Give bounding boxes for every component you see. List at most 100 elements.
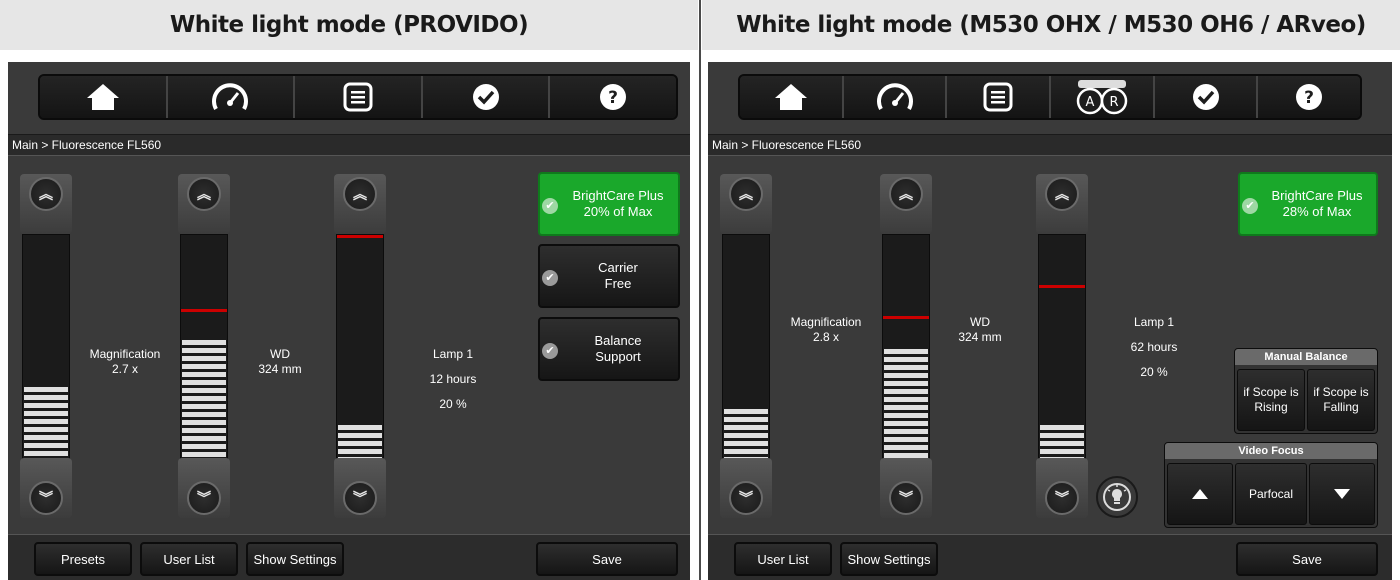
speedometer-button[interactable]	[843, 76, 948, 118]
brightcare-plus-value: 28% of Max	[1282, 204, 1352, 219]
brightcare-plus-label: BrightCare Plus	[1271, 188, 1363, 203]
show-settings-button[interactable]: Show Settings	[246, 542, 344, 576]
wd-up-button[interactable]: ︽	[880, 174, 932, 234]
carrier-free-button[interactable]: ✔ Carrier Free	[538, 244, 680, 308]
left-panel-title: White light mode (PROVIDO)	[0, 0, 698, 50]
triangle-down-icon	[1334, 489, 1350, 499]
user-list-button[interactable]: User List	[140, 542, 238, 576]
double-chevron-down-icon: ︾	[889, 481, 923, 515]
check-button[interactable]	[1154, 76, 1259, 118]
double-chevron-up-icon: ︽	[889, 177, 923, 211]
balance-support-button[interactable]: ✔ Balance Support	[538, 317, 680, 381]
list-icon	[343, 82, 373, 112]
bottom-toolbar: Presets User List Show Settings Save	[8, 534, 690, 580]
bottom-toolbar: User List Show Settings Save	[708, 534, 1392, 580]
focus-up-button[interactable]	[1167, 463, 1233, 525]
wd-name: WD	[970, 315, 990, 329]
help-button[interactable]: ?	[550, 76, 676, 118]
home-button[interactable]	[40, 76, 168, 118]
wd-name: WD	[270, 347, 290, 361]
magnification-up-button[interactable]: ︽	[20, 174, 72, 234]
ar-letter-a: A	[1085, 95, 1094, 110]
help-button[interactable]: ?	[1258, 76, 1360, 118]
svg-text:?: ?	[1304, 88, 1314, 108]
magnification-name: Magnification	[790, 315, 862, 329]
magnification-label: Magnification 2.8 x	[776, 315, 876, 345]
wd-down-button[interactable]: ︾	[880, 458, 932, 518]
magnification-track[interactable]	[722, 234, 770, 474]
lamp-track[interactable]	[336, 234, 384, 474]
speedometer-icon	[212, 83, 249, 110]
user-list-button[interactable]: User List	[734, 542, 832, 576]
wd-down-button[interactable]: ︾	[178, 458, 230, 518]
magnification-track[interactable]	[22, 234, 70, 474]
main-nav-bar: A R ?	[738, 74, 1362, 120]
panel-divider	[699, 0, 701, 580]
magnification-down-button[interactable]: ︾	[720, 458, 772, 518]
ar-button[interactable]: A R	[1051, 76, 1155, 118]
check-icon	[472, 84, 499, 110]
main-nav-bar: ?	[38, 74, 678, 120]
lamp-up-button[interactable]: ︽	[334, 174, 386, 234]
parfocal-button[interactable]: Parfocal	[1235, 463, 1307, 525]
check-icon: ✔	[542, 198, 558, 214]
right-panel-title: White light mode (M530 OHX / M530 OH6 / …	[702, 0, 1400, 50]
carrier-free-label-2: Free	[604, 276, 632, 291]
magnification-value: 2.7 x	[111, 362, 138, 376]
wd-value: 324 mm	[958, 330, 1002, 344]
check-icon: ✔	[1242, 198, 1258, 214]
speedometer-button[interactable]	[167, 76, 296, 118]
magnification-down-button[interactable]: ︾	[20, 458, 72, 518]
brightcare-plus-value: 20% of Max	[583, 204, 653, 219]
wd-slider: ︽ ︾	[880, 174, 932, 518]
lamp-marker	[337, 235, 383, 238]
wd-up-button[interactable]: ︽	[178, 174, 230, 234]
ar-letter-r: R	[1109, 95, 1118, 110]
lamp-toggle-button[interactable]	[1096, 476, 1138, 518]
check-button[interactable]	[422, 76, 551, 118]
breadcrumb: Main > Fluorescence FL560	[8, 134, 690, 156]
double-chevron-up-icon: ︽	[1045, 177, 1079, 211]
save-button[interactable]: Save	[1236, 542, 1378, 576]
lamp-down-button[interactable]: ︾	[334, 458, 386, 518]
show-settings-button[interactable]: Show Settings	[840, 542, 938, 576]
home-icon	[774, 84, 807, 110]
svg-text:?: ?	[608, 88, 618, 108]
menu-list-button[interactable]	[947, 76, 1052, 118]
wd-track[interactable]	[882, 234, 930, 474]
scope-falling-button[interactable]: if Scope is Falling	[1307, 369, 1375, 431]
video-focus-group: Video Focus Parfocal	[1164, 442, 1378, 528]
menu-list-button[interactable]	[295, 76, 423, 118]
brightcare-plus-button[interactable]: ✔ BrightCare Plus 28% of Max	[1238, 172, 1378, 236]
wd-value: 324 mm	[258, 362, 302, 376]
presets-button[interactable]: Presets	[34, 542, 132, 576]
focus-down-button[interactable]	[1309, 463, 1375, 525]
wd-track[interactable]	[180, 234, 228, 474]
lamp-name: Lamp 1	[1133, 315, 1175, 329]
magnification-slider: ︽ ︾	[20, 174, 72, 518]
brightcare-plus-button[interactable]: ✔ BrightCare Plus 20% of Max	[538, 172, 680, 236]
lamp-hours: 12 hours	[429, 372, 477, 386]
double-chevron-down-icon: ︾	[343, 481, 377, 515]
lamp-slider: ︽ ︾	[334, 174, 386, 518]
lamp-down-button[interactable]: ︾	[1036, 458, 1088, 518]
home-button[interactable]	[740, 76, 844, 118]
save-button[interactable]: Save	[536, 542, 678, 576]
triangle-up-icon	[1192, 489, 1208, 499]
double-chevron-up-icon: ︽	[29, 177, 63, 211]
lamp-up-button[interactable]: ︽	[1036, 174, 1088, 234]
help-icon: ?	[1296, 84, 1323, 110]
double-chevron-down-icon: ︾	[1045, 481, 1079, 515]
wd-label: WD 324 mm	[240, 347, 320, 377]
magnification-name: Magnification	[89, 347, 161, 361]
speedometer-icon	[876, 83, 913, 110]
magnification-up-button[interactable]: ︽	[720, 174, 772, 234]
scope-rising-button[interactable]: if Scope is Rising	[1237, 369, 1305, 431]
magnification-value: 2.8 x	[812, 330, 839, 344]
m530-screen: A R ? Main > Fluorescence FL560 ︽ ︾ Magn…	[708, 62, 1392, 580]
wd-slider: ︽ ︾	[178, 174, 230, 518]
lamp-track[interactable]	[1038, 234, 1086, 474]
provido-screen: ? Main > Fluorescence FL560 ︽ ︾ Magnific…	[8, 62, 690, 580]
wd-marker	[883, 315, 929, 319]
wd-marker	[181, 308, 227, 312]
